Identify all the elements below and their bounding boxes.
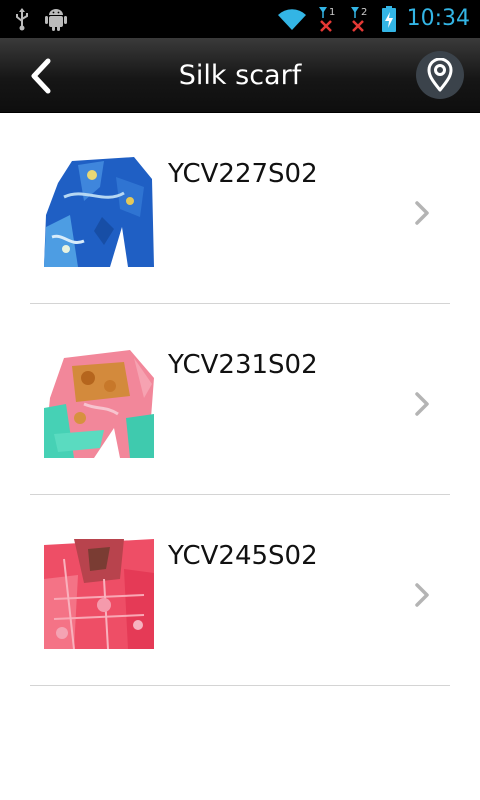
wifi-icon [277, 9, 306, 30]
list-item[interactable]: YCV231S02 [30, 304, 450, 495]
page-title: Silk scarf [178, 60, 302, 91]
product-code: YCV231S02 [168, 350, 318, 380]
blue-silk-scarf-image [44, 157, 154, 267]
battery-charging-icon [381, 6, 396, 32]
red-pink-silk-scarf-image [44, 539, 154, 649]
product-list: YCV227S02 YCV231S02 YCV245S02 [0, 113, 480, 686]
product-image [44, 539, 154, 649]
product-image [44, 348, 154, 458]
android-icon [45, 9, 67, 31]
list-item[interactable]: YCV245S02 [30, 495, 450, 686]
chevron-right-icon [415, 583, 429, 607]
status-clock: 10:34 [406, 6, 470, 31]
product-code: YCV245S02 [168, 541, 318, 571]
sim1-label: 1 [329, 7, 335, 18]
chevron-right-icon [415, 392, 429, 416]
status-bar: 1 2 10:34 [0, 0, 480, 38]
usb-icon [16, 8, 28, 31]
pink-turquoise-silk-scarf-image [44, 348, 154, 458]
status-right-icons: 1 2 10:34 [277, 3, 470, 35]
status-left-icons [14, 6, 68, 32]
product-code: YCV227S02 [168, 159, 318, 189]
list-item[interactable]: YCV227S02 [30, 113, 450, 304]
sim2-no-signal-icon: 2 [350, 7, 367, 32]
chevron-right-icon [415, 201, 429, 225]
sim2-label: 2 [361, 7, 367, 18]
sim1-no-signal-icon: 1 [318, 7, 335, 32]
location-pin-icon [427, 58, 453, 92]
location-button[interactable] [416, 51, 464, 99]
product-image [44, 157, 154, 267]
action-bar: Silk scarf [0, 38, 480, 113]
